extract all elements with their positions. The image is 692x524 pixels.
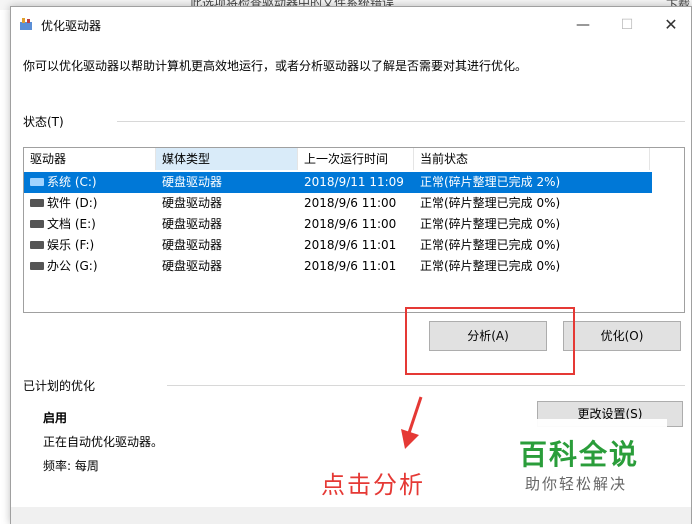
drive-row-d[interactable]: 软件 (D:) 硬盘驱动器 2018/9/6 11:00 正常(碎片整理已完成 …	[24, 193, 684, 214]
watermark: 百科全说 助你轻松解决	[507, 419, 667, 497]
schedule-frequency: 频率: 每周	[43, 459, 99, 473]
scheduled-optimization-label: 已计划的优化	[23, 379, 96, 393]
bottom-bar	[11, 507, 691, 524]
description-text: 你可以优化驱动器以帮助计算机更高效地运行，或者分析驱动器以了解是否需要对其进行优…	[23, 59, 528, 73]
hard-drive-icon	[30, 198, 44, 207]
watermark-subtitle: 助你轻松解决	[525, 475, 628, 493]
last-run-cell: 2018/9/6 11:01	[304, 238, 397, 252]
status-divider	[117, 121, 685, 122]
media-cell: 硬盘驱动器	[162, 196, 223, 210]
drive-row-f[interactable]: 娱乐 (F:) 硬盘驱动器 2018/9/6 11:01 正常(碎片整理已完成 …	[24, 235, 684, 256]
status-cell: 正常(碎片整理已完成 2%)	[420, 175, 561, 189]
status-cell: 正常(碎片整理已完成 0%)	[420, 238, 561, 252]
media-cell: 硬盘驱动器	[162, 217, 223, 231]
last-run-cell: 2018/9/6 11:01	[304, 259, 397, 273]
title-bar: 优化驱动器 — ☐ ✕	[11, 7, 691, 41]
media-cell: 硬盘驱动器	[162, 259, 223, 273]
last-run-cell: 2018/9/11 11:09	[304, 175, 404, 189]
drive-row-c[interactable]: 系统 (C:) 硬盘驱动器 2018/9/11 11:09 正常(碎片整理已完成…	[24, 172, 652, 193]
drive-rows: 系统 (C:) 硬盘驱动器 2018/9/11 11:09 正常(碎片整理已完成…	[24, 172, 684, 277]
drive-cell: 系统 (C:)	[30, 172, 97, 193]
annotation-arrow-icon	[401, 396, 423, 449]
drive-cell: 办公 (G:)	[30, 256, 98, 277]
column-header-last-run[interactable]: 上一次运行时间	[298, 148, 414, 170]
column-header-current-status[interactable]: 当前状态	[414, 148, 650, 170]
status-cell: 正常(碎片整理已完成 0%)	[420, 196, 561, 210]
hard-drive-icon	[30, 219, 44, 228]
status-cell: 正常(碎片整理已完成 0%)	[420, 259, 561, 273]
close-button[interactable]: ✕	[651, 13, 691, 37]
minimize-button[interactable]: —	[563, 13, 603, 37]
column-header-media-type[interactable]: 媒体类型	[156, 148, 298, 170]
drive-list-header: 驱动器 媒体类型 上一次运行时间 当前状态	[24, 148, 684, 170]
drive-cell: 文档 (E:)	[30, 214, 96, 235]
watermark-title: 百科全说	[519, 438, 640, 471]
defrag-app-icon	[20, 18, 32, 30]
last-run-cell: 2018/9/6 11:00	[304, 196, 397, 210]
hard-drive-icon	[30, 261, 44, 270]
optimize-drives-window: 优化驱动器 — ☐ ✕ 你可以优化驱动器以帮助计算机更高效地运行，或者分析驱动器…	[10, 6, 692, 524]
schedule-enabled-label: 启用	[43, 411, 68, 425]
last-run-cell: 2018/9/6 11:00	[304, 217, 397, 231]
media-cell: 硬盘驱动器	[162, 238, 223, 252]
drive-cell: 娱乐 (F:)	[30, 235, 94, 256]
maximize-button[interactable]: ☐	[607, 13, 647, 37]
window-title: 优化驱动器	[41, 19, 102, 33]
highlight-box	[405, 307, 575, 375]
drive-row-g[interactable]: 办公 (G:) 硬盘驱动器 2018/9/6 11:01 正常(碎片整理已完成 …	[24, 256, 684, 277]
drive-cell: 软件 (D:)	[30, 193, 97, 214]
drive-list[interactable]: 驱动器 媒体类型 上一次运行时间 当前状态 系统 (C:) 硬盘驱动器 2018…	[23, 147, 685, 313]
status-section-label: 状态(T)	[23, 115, 64, 129]
status-cell: 正常(碎片整理已完成 0%)	[420, 217, 561, 231]
column-header-drive[interactable]: 驱动器	[24, 148, 156, 170]
system-drive-icon	[30, 177, 44, 186]
optimize-button[interactable]: 优化(O)	[563, 321, 681, 351]
annotation-caption: 点击分析	[321, 471, 425, 499]
media-cell: 硬盘驱动器	[162, 175, 223, 189]
drive-row-e[interactable]: 文档 (E:) 硬盘驱动器 2018/9/6 11:00 正常(碎片整理已完成 …	[24, 214, 684, 235]
hard-drive-icon	[30, 240, 44, 249]
scheduled-divider	[167, 385, 685, 386]
schedule-auto-text: 正在自动优化驱动器。	[43, 435, 164, 449]
